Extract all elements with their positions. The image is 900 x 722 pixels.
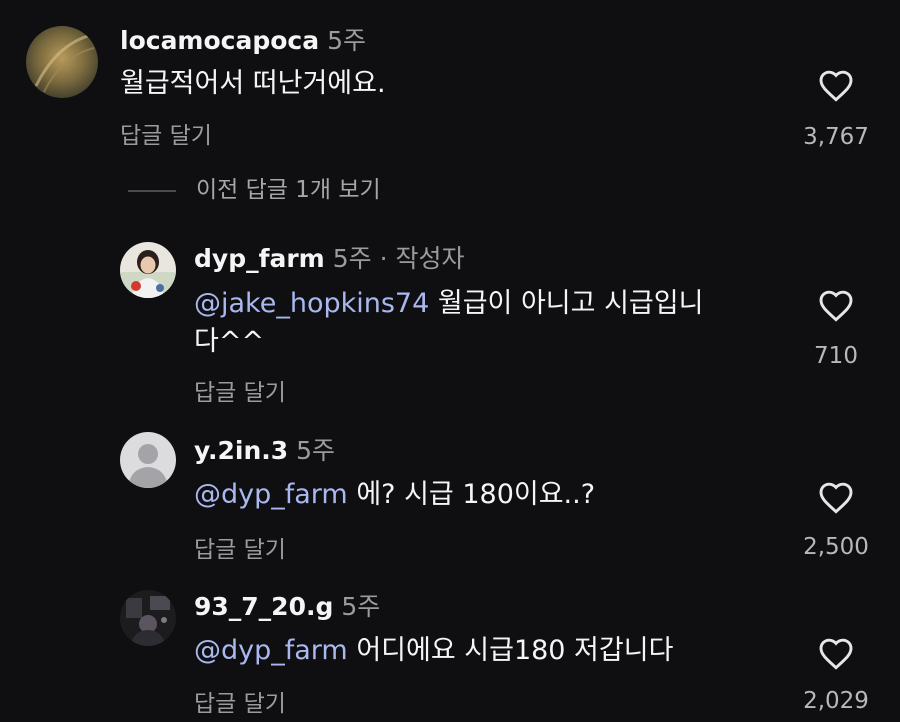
like-count: 3,767: [803, 124, 869, 150]
comment-text: @dyp_farm 어디에요 시급180 저갑니다: [194, 632, 673, 670]
mention-link[interactable]: @dyp_farm: [194, 479, 348, 510]
mention-link[interactable]: @dyp_farm: [194, 635, 348, 666]
comment-header: dyp_farm 5주 · 작성자: [194, 244, 464, 274]
reply-button[interactable]: 답글 달기: [194, 530, 286, 564]
like-button[interactable]: [817, 288, 855, 326]
avatar[interactable]: [120, 590, 176, 646]
like-count: 2,500: [803, 534, 869, 560]
username[interactable]: y.2in.3: [194, 436, 288, 465]
avatar[interactable]: [120, 432, 176, 488]
like-count: 2,029: [803, 688, 869, 714]
reply-button[interactable]: 답글 달기: [194, 373, 286, 407]
comment-body: 에? 시급 180이요..?: [347, 479, 596, 510]
username[interactable]: 93_7_20.g: [194, 592, 333, 621]
comment-text: @jake_hopkins74 월급이 아니고 시급입니 다^^: [194, 285, 703, 361]
like-button[interactable]: [817, 636, 855, 674]
avatar-image: [120, 590, 176, 646]
like-button[interactable]: [817, 68, 855, 106]
heart-outline-icon: [819, 70, 853, 102]
username[interactable]: dyp_farm: [194, 244, 325, 273]
default-avatar-icon: [120, 432, 176, 488]
username[interactable]: locamocapoca: [120, 26, 319, 55]
like-button[interactable]: [817, 480, 855, 518]
divider: [128, 189, 176, 192]
heart-outline-icon: [819, 638, 853, 670]
comment-body-line2: 다^^: [194, 326, 265, 357]
comment-time: 5주: [327, 26, 367, 55]
comment-header: locamocapoca 5주: [120, 26, 366, 56]
comment-time: 5주 · 작성자: [332, 244, 465, 273]
reply-button[interactable]: 답글 달기: [194, 684, 286, 718]
avatar[interactable]: [120, 242, 176, 298]
view-previous-replies[interactable]: 이전 답글 1개 보기: [128, 170, 381, 204]
comment-text: @dyp_farm 에? 시급 180이요..?: [194, 476, 595, 514]
mention-link[interactable]: @jake_hopkins74: [194, 288, 429, 319]
comment-header: 93_7_20.g 5주: [194, 592, 380, 622]
comment-time: 5주: [296, 436, 336, 465]
comment-body: 어디에요 시급180 저갑니다: [347, 635, 674, 666]
reply-button[interactable]: 답글 달기: [120, 116, 212, 150]
comment-time: 5주: [341, 592, 381, 621]
avatar-image: [26, 26, 98, 98]
comment-body: 월급적어서 떠난거에요.: [120, 68, 386, 99]
like-count: 710: [814, 343, 858, 369]
comment-text: 월급적어서 떠난거에요.: [120, 65, 386, 103]
comment-header: y.2in.3 5주: [194, 436, 335, 466]
avatar[interactable]: [26, 26, 98, 98]
comment-body: 월급이 아니고 시급입니: [429, 288, 704, 319]
view-replies-label: 이전 답글 1개 보기: [196, 177, 381, 203]
avatar-image: [120, 242, 176, 298]
heart-outline-icon: [819, 290, 853, 322]
heart-outline-icon: [819, 482, 853, 514]
